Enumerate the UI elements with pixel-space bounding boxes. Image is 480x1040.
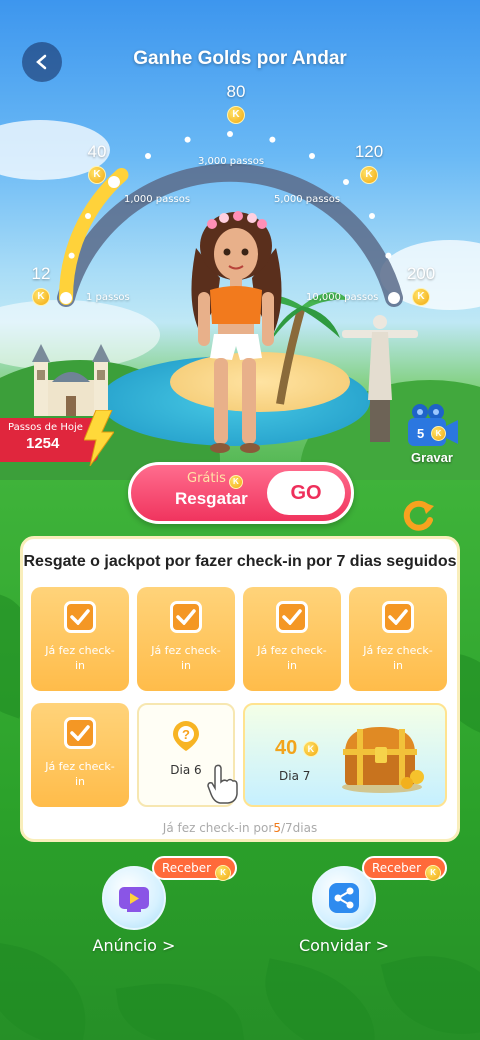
progress-prefix: Já fez check-in por (162, 821, 274, 835)
steps-label: 1,000 passos (124, 194, 191, 205)
pointer-hand-icon (207, 764, 238, 804)
checkmark-icon (276, 601, 308, 633)
gauge-tick (227, 131, 233, 137)
gauge-tick (385, 252, 392, 259)
treasure-chest-icon (342, 727, 424, 793)
checkmark-icon (170, 601, 202, 633)
steps-label: 3,000 passos (198, 156, 265, 167)
checkin-day-2: Já fez check-in (137, 587, 235, 691)
checkin-status: Já fez check-in (257, 644, 327, 672)
coin-icon: K (412, 287, 430, 306)
milestone-80: 80 K (211, 82, 261, 124)
checkmark-icon (64, 717, 96, 749)
jackpot-value: 40 (275, 737, 298, 759)
gauge-tick (85, 213, 91, 219)
record-count: 5 (417, 426, 425, 441)
milestone-12: 12 K (16, 264, 66, 306)
hero-scene: Ganhe Golds por Andar 12 K 40 K 80 K 120… (0, 0, 480, 520)
lightning-icon (84, 410, 114, 466)
free-label: Grátis K (187, 471, 243, 489)
milestone-200: 200 K (396, 264, 446, 306)
receive-badge: Receber K (362, 856, 448, 881)
progress-suffix: /7dias (280, 821, 318, 835)
coin-icon: K (228, 474, 243, 489)
receive-text: Receber (372, 861, 422, 875)
gauge-tick (184, 136, 191, 143)
receive-badge: Receber K (152, 856, 238, 881)
checkin-progress: Já fez check-in por5/7dias (23, 821, 457, 835)
checkmark-icon (382, 601, 414, 633)
leaf-decoration (115, 971, 245, 1040)
gauge-tick (269, 136, 276, 143)
walking-girl-character (191, 211, 282, 453)
coin-icon: K (88, 165, 106, 184)
checkin-day-7-jackpot: 40 K Dia 7 (243, 703, 447, 807)
leaf-decoration (0, 941, 97, 1040)
page-title: Ganhe Golds por Andar (133, 48, 347, 69)
checkin-day-5: Já fez check-in (31, 703, 129, 807)
coin-icon: K (425, 864, 442, 881)
gauge-tick (369, 213, 375, 219)
gauge-tick (68, 252, 75, 259)
gauge-tick (309, 153, 315, 159)
milestone-40: 40 K (72, 142, 122, 184)
free-text: Grátis (187, 471, 226, 486)
claim-label: Resgatar (175, 489, 248, 508)
day-7-label: Dia 7 (279, 769, 311, 783)
steps-label: 1 passos (86, 292, 130, 303)
checkin-status: Já fez check-in (151, 644, 221, 672)
progress-done: 5 (273, 821, 281, 835)
milestone-value: 40 (87, 142, 107, 161)
receive-text: Receber (162, 861, 212, 875)
checkin-day-1: Já fez check-in (31, 587, 129, 691)
checkin-status: Já fez check-in (363, 644, 433, 672)
gauge-tick (145, 153, 151, 159)
milestone-value: 200 (406, 264, 436, 283)
coin-icon: K (227, 105, 245, 124)
svg-text:?: ? (182, 727, 190, 742)
checkin-day-3: Já fez check-in (243, 587, 341, 691)
steps-label: 10,000 passos (306, 292, 379, 303)
church-landmark (32, 344, 110, 416)
milestone-120: 120 K (344, 142, 394, 184)
milestone-value: 80 (226, 82, 246, 101)
checkin-status: Já fez check-in (45, 760, 115, 788)
question-pin-icon: ? (173, 721, 199, 751)
ad-label: Anúncio > (92, 936, 176, 955)
coin-icon: K (360, 165, 378, 184)
checkin-status: Já fez check-in (45, 644, 115, 672)
checkin-panel: Resgate o jackpot por fazer check-in por… (20, 536, 460, 842)
claim-button[interactable]: Grátis K Resgatar GO (128, 462, 354, 524)
jackpot-amount: 40 K (275, 737, 319, 760)
invite-label: Convidar > (298, 936, 390, 955)
coin-icon: K (32, 287, 50, 306)
leaf-decoration (252, 958, 388, 1040)
coin-icon: K (431, 426, 446, 441)
coin-icon: K (215, 864, 232, 881)
record-button[interactable]: 5 K Gravar (402, 402, 462, 470)
go-button[interactable]: GO (267, 471, 345, 515)
refresh-icon[interactable] (400, 498, 436, 534)
video-camera-icon: 5 K (404, 402, 460, 448)
milestone-value: 120 (354, 142, 384, 161)
checkin-day-4: Já fez check-in (349, 587, 447, 691)
steps-label: 5,000 passos (274, 194, 341, 205)
record-label: Gravar (411, 450, 453, 465)
coin-icon: K (302, 741, 319, 757)
milestone-value: 12 (31, 264, 51, 283)
checkmark-icon (64, 601, 96, 633)
checkin-title: Resgate o jackpot por fazer check-in por… (23, 553, 457, 570)
